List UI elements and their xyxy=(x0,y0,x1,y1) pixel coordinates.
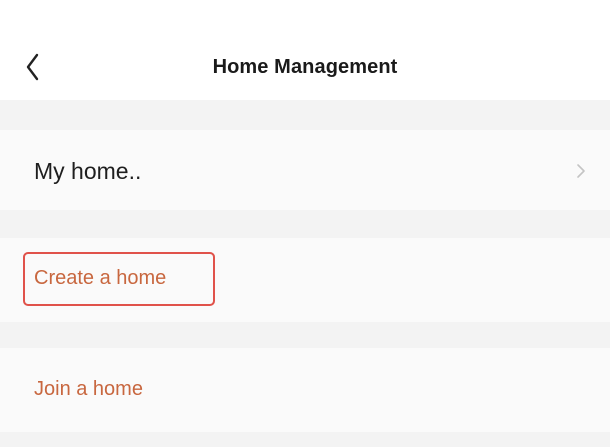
page-title: Home Management xyxy=(212,56,398,78)
section-divider xyxy=(0,432,610,447)
section-divider xyxy=(0,210,610,238)
chevron-right-icon xyxy=(577,164,585,178)
join-home-label: Join a home xyxy=(34,378,143,400)
home-name-label: My home.. xyxy=(34,158,142,184)
create-home-item[interactable]: Create a home xyxy=(0,238,610,322)
section-divider xyxy=(0,322,610,348)
home-management-screen: Home Management My home.. Create a home … xyxy=(0,0,610,447)
section-divider xyxy=(0,100,610,130)
navigation-bar: Home Management xyxy=(0,0,610,100)
create-home-label: Create a home xyxy=(34,267,167,289)
join-home-item[interactable]: Join a home xyxy=(0,348,610,432)
home-list-item[interactable]: My home.. xyxy=(0,130,610,210)
